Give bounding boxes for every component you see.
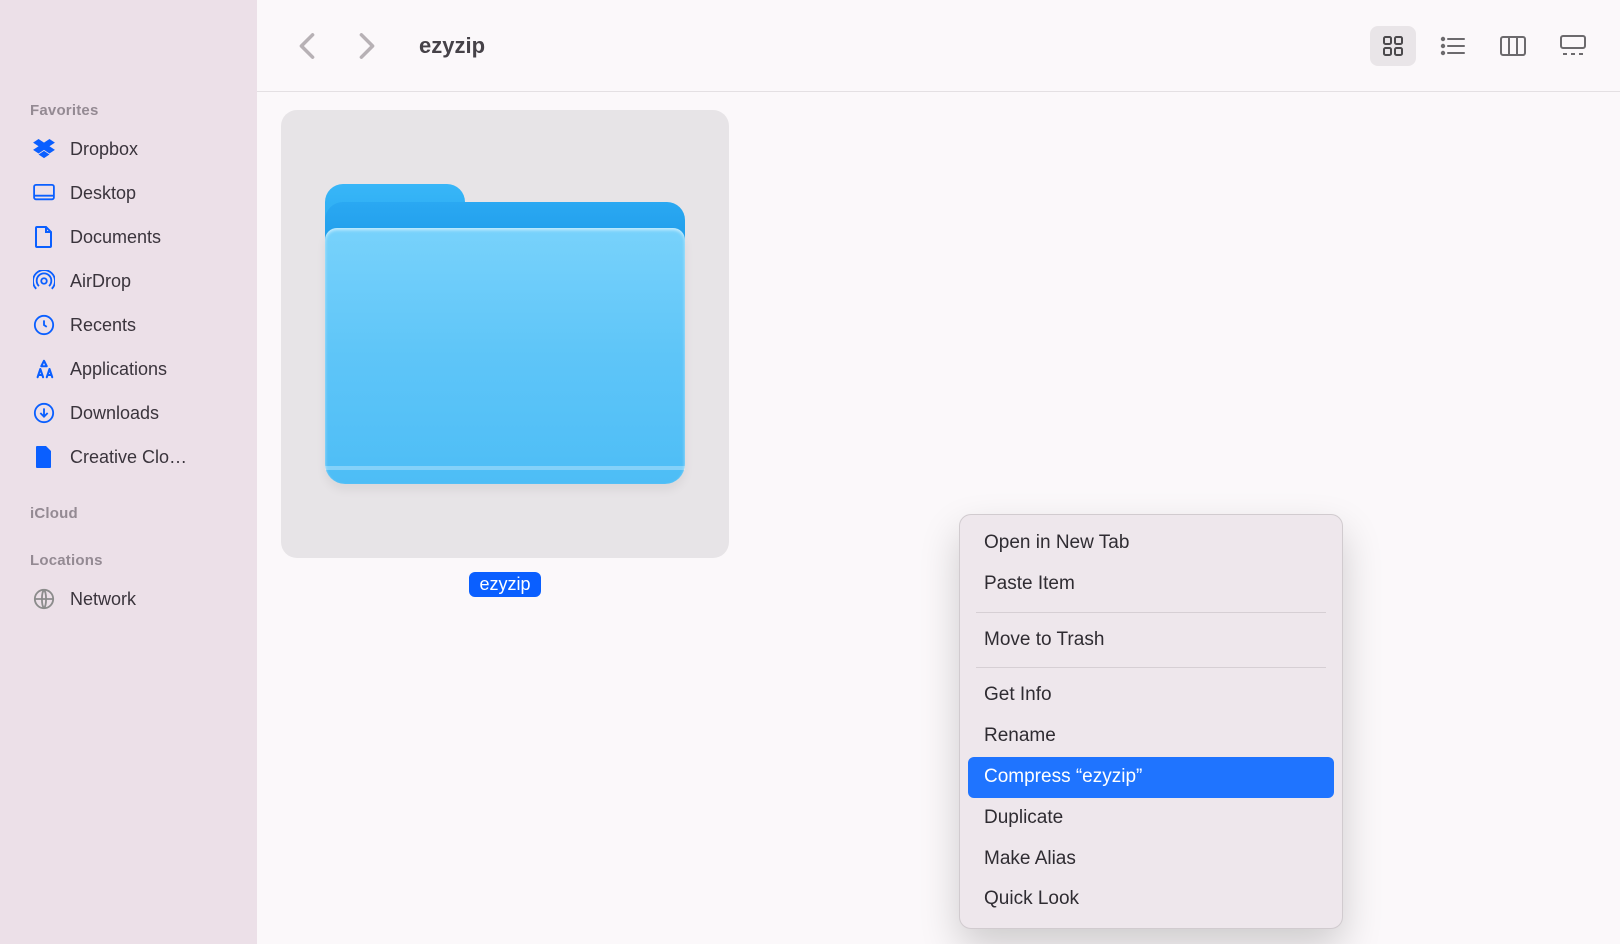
view-icons-button[interactable] bbox=[1370, 26, 1416, 66]
menu-separator bbox=[976, 667, 1326, 668]
folder-item-ezyzip[interactable]: ezyzip bbox=[281, 110, 729, 597]
document-icon bbox=[32, 225, 56, 249]
menu-item-paste[interactable]: Paste Item bbox=[968, 564, 1334, 605]
menu-item-duplicate[interactable]: Duplicate bbox=[968, 798, 1334, 839]
sidebar-item-documents[interactable]: Documents bbox=[0, 215, 257, 259]
forward-button[interactable] bbox=[349, 28, 385, 64]
applications-icon bbox=[32, 357, 56, 381]
sidebar-item-label: Network bbox=[70, 589, 136, 610]
menu-item-move-to-trash[interactable]: Move to Trash bbox=[968, 620, 1334, 661]
menu-item-make-alias[interactable]: Make Alias bbox=[968, 839, 1334, 880]
sidebar-item-label: AirDrop bbox=[70, 271, 131, 292]
sidebar-item-airdrop[interactable]: AirDrop bbox=[0, 259, 257, 303]
content-area[interactable]: ezyzip Open in New Tab Paste Item Move t… bbox=[257, 92, 1620, 944]
view-list-button[interactable] bbox=[1430, 26, 1476, 66]
clock-icon bbox=[32, 313, 56, 337]
network-icon bbox=[32, 587, 56, 611]
sidebar-item-desktop[interactable]: Desktop bbox=[0, 171, 257, 215]
sidebar-item-dropbox[interactable]: Dropbox bbox=[0, 127, 257, 171]
sidebar-item-label: Downloads bbox=[70, 403, 159, 424]
menu-item-compress[interactable]: Compress “ezyzip” bbox=[968, 757, 1334, 798]
menu-item-get-info[interactable]: Get Info bbox=[968, 675, 1334, 716]
window-title: ezyzip bbox=[419, 33, 485, 59]
sidebar-item-label: Desktop bbox=[70, 183, 136, 204]
menu-separator bbox=[976, 612, 1326, 613]
sidebar-item-recents[interactable]: Recents bbox=[0, 303, 257, 347]
sidebar-item-downloads[interactable]: Downloads bbox=[0, 391, 257, 435]
airdrop-icon bbox=[32, 269, 56, 293]
file-icon bbox=[32, 445, 56, 469]
sidebar-item-label: Creative Clo… bbox=[70, 447, 187, 468]
sidebar: Favorites Dropbox Desktop Documents AirD… bbox=[0, 0, 257, 944]
menu-item-rename[interactable]: Rename bbox=[968, 716, 1334, 757]
sidebar-item-label: Documents bbox=[70, 227, 161, 248]
dropbox-icon bbox=[32, 137, 56, 161]
sidebar-section-icloud: iCloud bbox=[0, 479, 257, 530]
sidebar-item-creative-cloud[interactable]: Creative Clo… bbox=[0, 435, 257, 479]
sidebar-item-label: Recents bbox=[70, 315, 136, 336]
folder-icon bbox=[325, 184, 685, 484]
back-button[interactable] bbox=[289, 28, 325, 64]
menu-item-open-new-tab[interactable]: Open in New Tab bbox=[968, 523, 1334, 564]
main-pane: ezyzip ezy bbox=[257, 0, 1620, 944]
view-columns-button[interactable] bbox=[1490, 26, 1536, 66]
context-menu: Open in New Tab Paste Item Move to Trash… bbox=[959, 514, 1343, 929]
folder-selection-tile bbox=[281, 110, 729, 558]
toolbar: ezyzip bbox=[257, 0, 1620, 92]
view-switcher bbox=[1370, 26, 1596, 66]
sidebar-item-label: Dropbox bbox=[70, 139, 138, 160]
sidebar-item-network[interactable]: Network bbox=[0, 577, 257, 621]
menu-item-quick-look[interactable]: Quick Look bbox=[968, 879, 1334, 920]
folder-label[interactable]: ezyzip bbox=[469, 572, 540, 597]
desktop-icon bbox=[32, 181, 56, 205]
sidebar-item-label: Applications bbox=[70, 359, 167, 380]
sidebar-item-applications[interactable]: Applications bbox=[0, 347, 257, 391]
view-gallery-button[interactable] bbox=[1550, 26, 1596, 66]
downloads-icon bbox=[32, 401, 56, 425]
sidebar-section-locations: Locations bbox=[0, 530, 257, 577]
sidebar-section-favorites: Favorites bbox=[0, 16, 257, 127]
